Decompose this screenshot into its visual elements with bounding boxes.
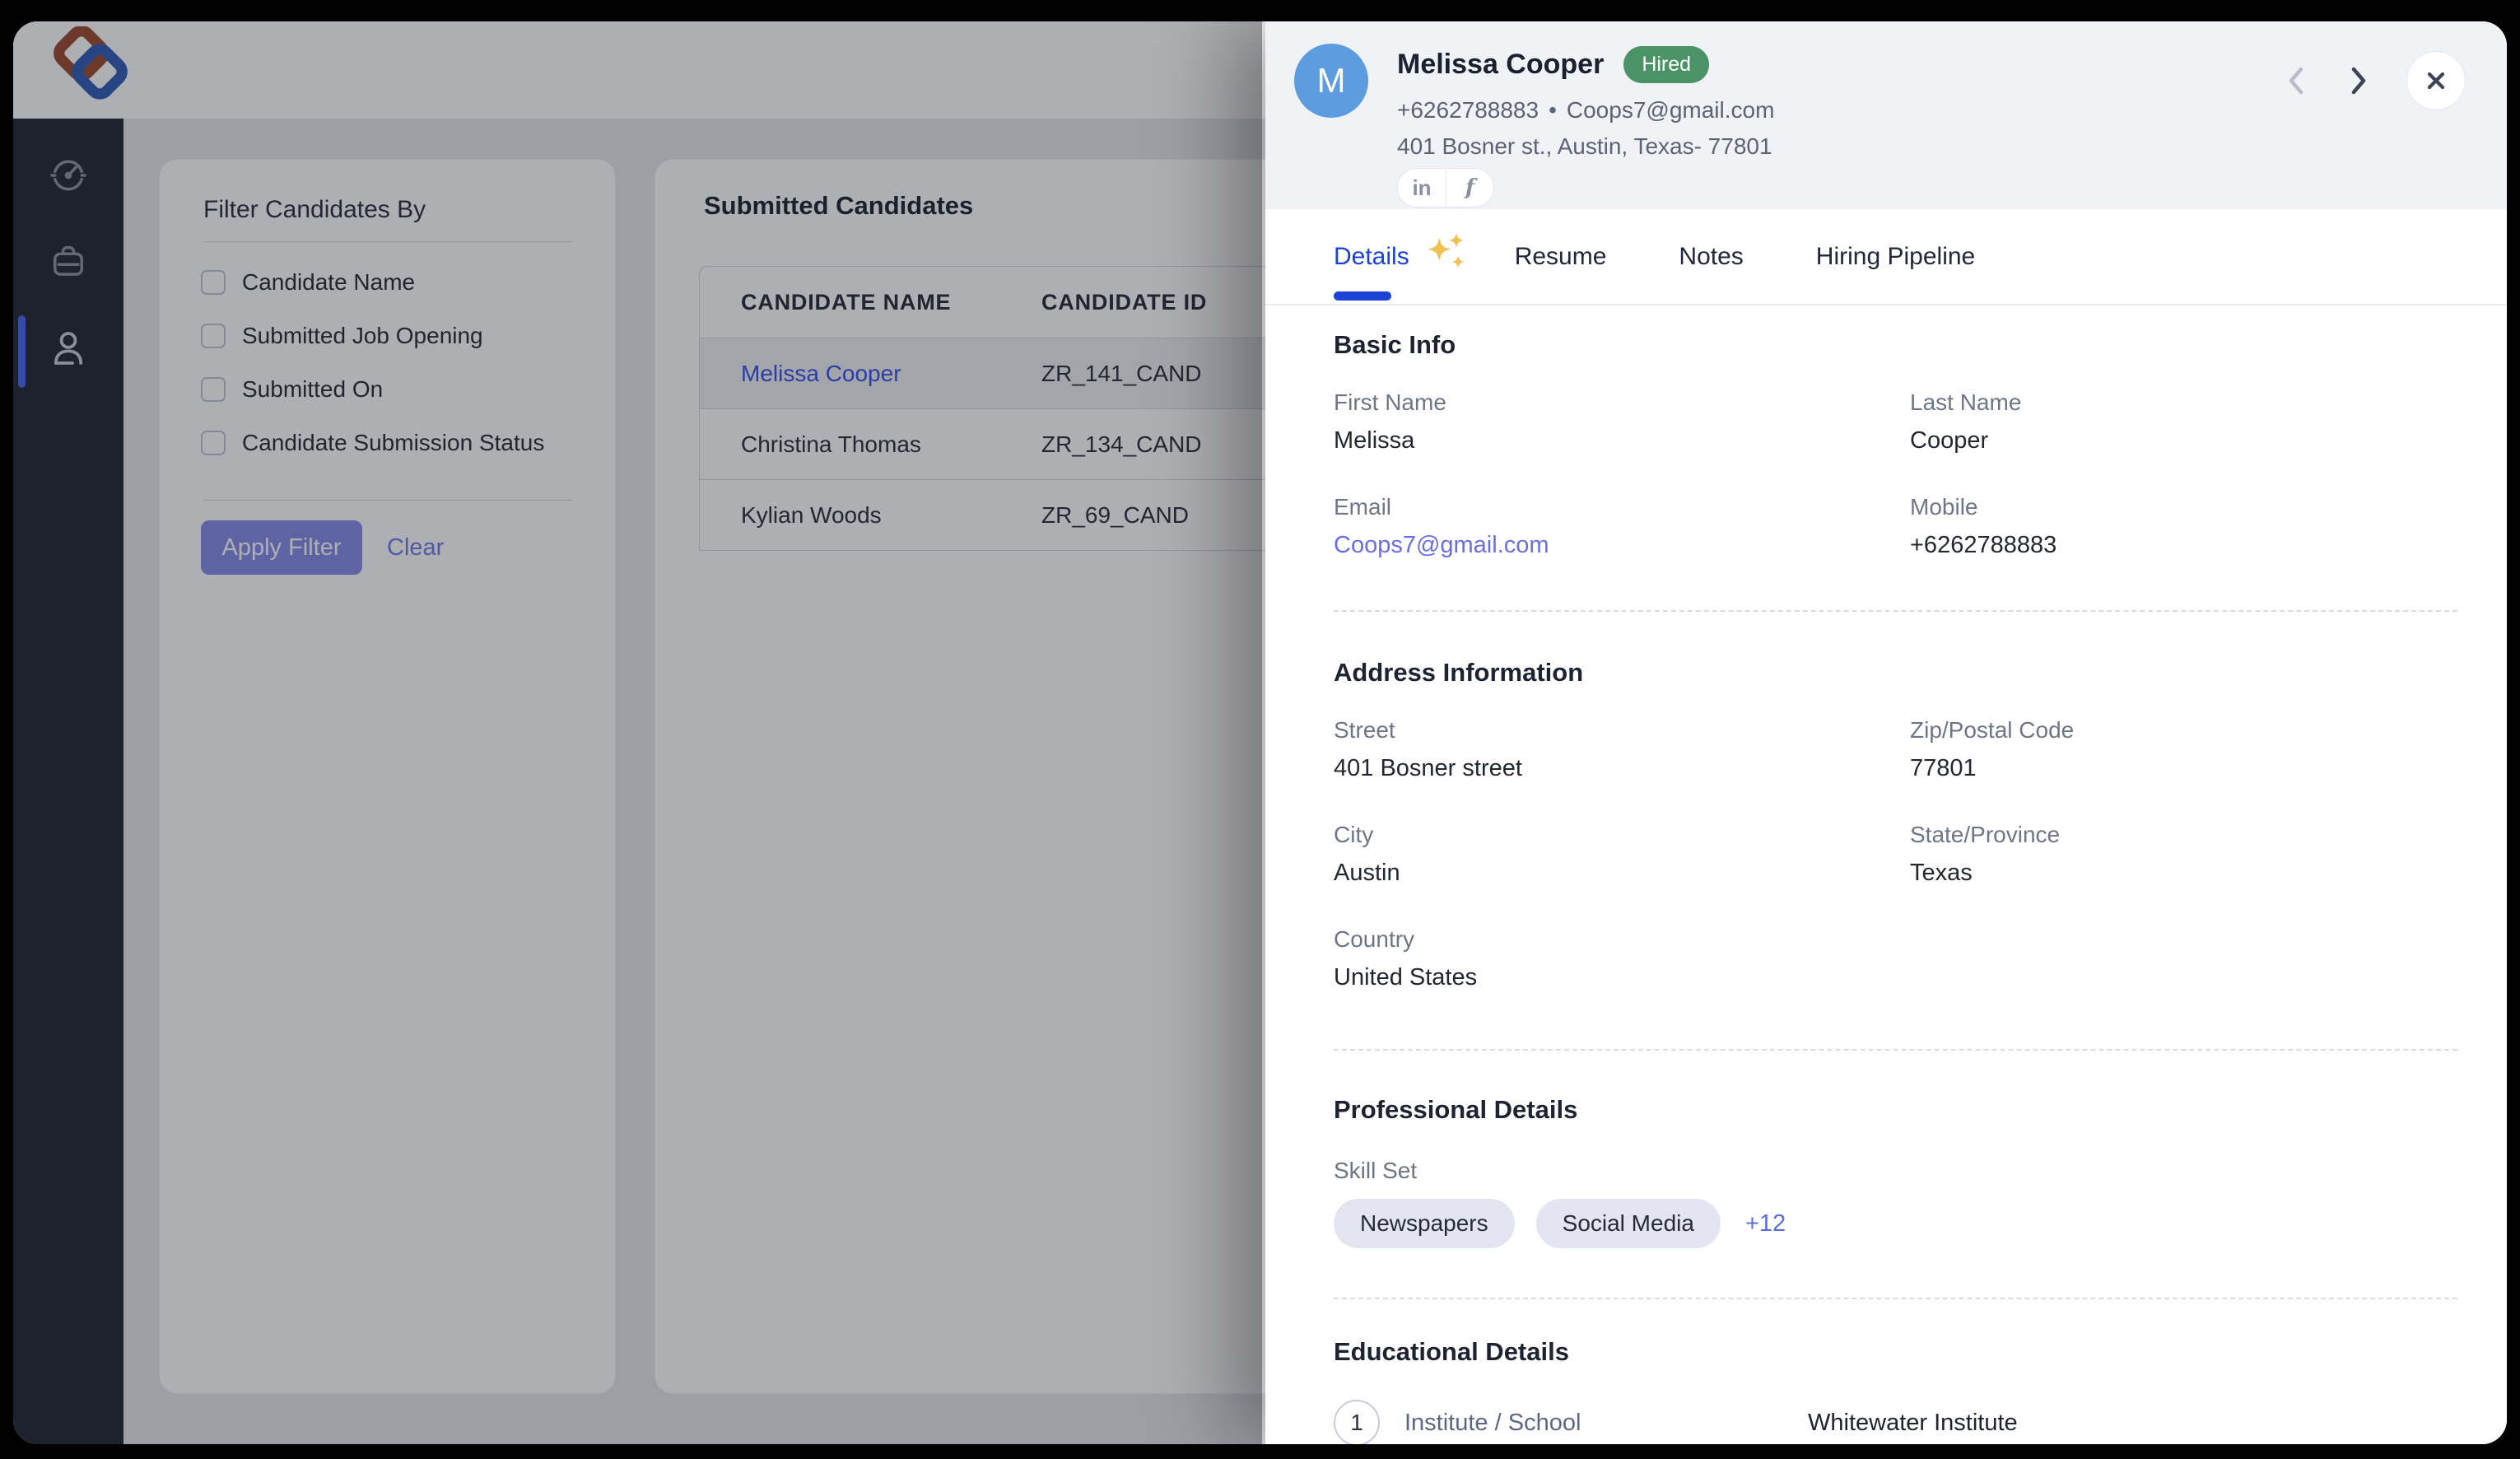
- section-divider: [1334, 1298, 2457, 1299]
- field-first-name: First Name Melissa: [1334, 389, 1910, 454]
- candidate-phone: +6262788883: [1397, 97, 1539, 124]
- section-title-basic-info: Basic Info: [1334, 330, 2457, 360]
- sparkles-icon: [1426, 233, 1467, 275]
- field-country: Country United States: [1334, 926, 1910, 991]
- field-state: State/Province Texas: [1910, 822, 2457, 887]
- candidate-email: Coops7@gmail.com: [1567, 97, 1775, 124]
- facebook-icon[interactable]: f: [1446, 169, 1493, 207]
- section-title-address: Address Information: [1334, 658, 2457, 688]
- next-candidate-button[interactable]: [2345, 63, 2370, 99]
- tab-notes[interactable]: Notes: [1679, 243, 1743, 271]
- avatar: M: [1294, 44, 1368, 118]
- panel-tabs: Details Resume Notes Hiring Pipeline: [1265, 209, 2507, 305]
- skill-set-label: Skill Set: [1334, 1158, 2457, 1184]
- section-title-educational: Educational Details: [1334, 1337, 2457, 1367]
- email-link[interactable]: Coops7@gmail.com: [1334, 532, 1910, 559]
- field-street: Street 401 Bosner street: [1334, 717, 1910, 782]
- section-divider: [1334, 610, 2457, 612]
- modal-dim-overlay: [13, 21, 1262, 1444]
- section-title-professional: Professional Details: [1334, 1095, 2457, 1125]
- field-city: City Austin: [1334, 822, 1910, 887]
- tab-resume[interactable]: Resume: [1515, 243, 1607, 271]
- field-zip: Zip/Postal Code 77801: [1910, 717, 2457, 782]
- field-email: Email Coops7@gmail.com: [1334, 494, 1910, 559]
- panel-header: M Melissa Cooper Hired +6262788883 • Coo…: [1265, 21, 2507, 209]
- education-entry-number: 1: [1334, 1400, 1380, 1444]
- tab-hiring-pipeline[interactable]: Hiring Pipeline: [1816, 243, 1975, 271]
- tab-details[interactable]: Details: [1334, 243, 1409, 271]
- skill-chip: Newspapers: [1334, 1199, 1515, 1248]
- field-mobile: Mobile +6262788883: [1910, 494, 2457, 559]
- previous-candidate-button[interactable]: [2285, 63, 2309, 99]
- section-divider: [1334, 1049, 2457, 1051]
- education-entry: 1 Institute / School Whitewater Institut…: [1334, 1400, 2457, 1444]
- linkedin-icon[interactable]: in: [1398, 169, 1446, 207]
- candidate-name-heading: Melissa Cooper: [1397, 49, 1604, 81]
- skill-chip: Social Media: [1536, 1199, 1721, 1248]
- social-links: in f: [1397, 168, 1494, 207]
- candidate-detail-panel: M Melissa Cooper Hired +6262788883 • Coo…: [1265, 21, 2507, 1444]
- field-last-name: Last Name Cooper: [1910, 389, 2457, 454]
- candidate-address-line: 401 Bosner st., Austin, Texas- 77801: [1397, 133, 1772, 160]
- panel-body: Basic Info First Name Melissa Last Name …: [1265, 305, 2507, 1444]
- more-skills-link[interactable]: +12: [1745, 1210, 1786, 1238]
- institute-value: Whitewater Institute: [1808, 1410, 2457, 1437]
- institute-label: Institute / School: [1404, 1410, 1808, 1437]
- active-tab-indicator: [1334, 291, 1391, 301]
- app-window: Filter Candidates By Candidate Name Subm…: [13, 21, 2507, 1444]
- status-badge: Hired: [1623, 46, 1709, 83]
- close-panel-button[interactable]: [2406, 51, 2466, 110]
- separator-dot: •: [1549, 97, 1557, 124]
